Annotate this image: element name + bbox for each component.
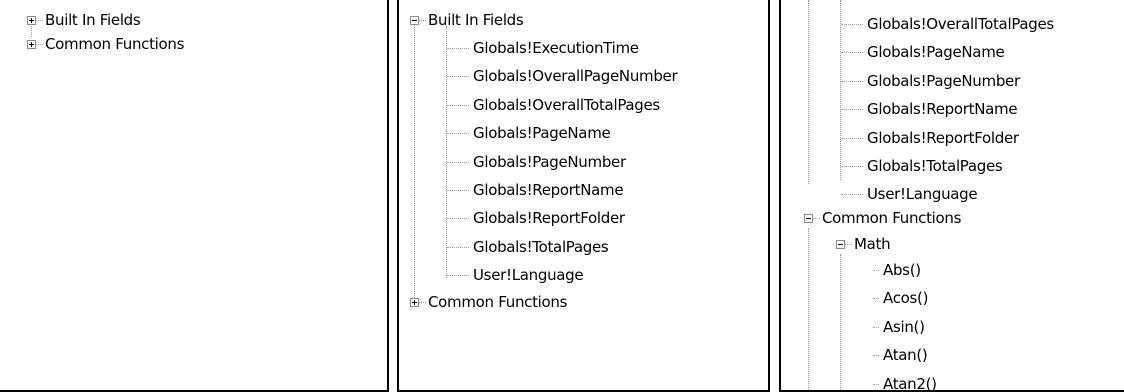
tree-node-label: Common Functions (45, 35, 185, 53)
tree-leaf-label: Atan() (883, 346, 928, 365)
tree-leaf-label: Globals!PageName (867, 43, 1005, 62)
tree-leaf-item[interactable]: Globals!PageName (447, 121, 611, 145)
tree-leaf-label: Atan2() (883, 374, 937, 392)
tree-leaf-item[interactable]: Abs() (869, 258, 921, 282)
tree-leaf-item[interactable]: Globals!OverallPageNumber (447, 64, 678, 88)
tree-connector (840, 254, 841, 390)
tree-leaf-item[interactable]: Globals!ReportFolder (447, 206, 625, 230)
tree-leaf-item[interactable]: Globals!ExecutionTime (447, 36, 639, 60)
tree-node-common-functions[interactable]: Common Functions (804, 206, 961, 230)
tree-leaf-label: Acos() (883, 289, 929, 308)
collapse-minus-icon[interactable] (804, 214, 813, 223)
collapse-minus-icon[interactable] (836, 240, 845, 249)
tree-leaf-item[interactable]: Atan() (869, 343, 928, 367)
tree-connector (840, 0, 841, 180)
tree-leaf-label: Globals!OverallPageNumber (473, 67, 678, 86)
tree-leaf-label: Globals!ReportName (867, 100, 1018, 119)
tree-leaf-label: Asin() (883, 317, 925, 336)
tree-leaf-label: Globals!TotalPages (867, 157, 1003, 175)
tree-leaf-label: Globals!OverallTotalPages (473, 95, 660, 114)
tree-leaf-label: Globals!ReportFolder (867, 128, 1019, 147)
tree-leaf-item[interactable]: Globals!ReportName (841, 97, 1018, 121)
tree-panel-common-functions-expanded: Globals!OverallTotalPages Globals!PageNam… (779, 0, 1124, 392)
tree-leaf-item[interactable]: Globals!TotalPages (447, 235, 609, 259)
tree-leaf-label: Globals!ExecutionTime (473, 39, 639, 57)
tree-connector (808, 228, 809, 390)
tree-node-common-functions[interactable]: Common Functions (27, 32, 184, 56)
expand-plus-icon[interactable] (410, 298, 419, 307)
tree-leaf-item[interactable]: Atan2() (869, 372, 937, 392)
tree-leaf-item[interactable]: Globals!OverallTotalPages (841, 12, 1054, 36)
tree-leaf-item[interactable]: Globals!ReportName (447, 178, 624, 202)
tree-leaf-label: Globals!TotalPages (473, 237, 609, 256)
tree-connector (414, 24, 415, 302)
tree-leaf-item[interactable]: Acos() (869, 286, 928, 310)
tree-node-label: Common Functions (428, 293, 568, 311)
tree-panel-collapsed: Built In Fields Common Functions (0, 0, 389, 392)
tree-node-built-in-fields[interactable]: Built In Fields (410, 8, 524, 32)
tree-node-label: Common Functions (822, 209, 962, 227)
tree-node-label: Built In Fields (45, 11, 141, 29)
tree-leaf-label: Globals!PageNumber (867, 71, 1020, 90)
expand-plus-icon[interactable] (27, 40, 36, 49)
tree-leaf-label: User!Language (867, 185, 978, 204)
tree-leaf-label: Globals!PageNumber (473, 152, 626, 171)
collapse-minus-icon[interactable] (410, 16, 419, 25)
tree-leaf-item[interactable]: User!Language (447, 263, 584, 287)
tree-leaf-label: Abs() (883, 261, 921, 279)
tree-leaf-item[interactable]: Asin() (869, 315, 925, 339)
tree-leaf-item[interactable]: Globals!PageNumber (841, 69, 1020, 93)
tree-connector (446, 26, 447, 278)
tree-node-common-functions[interactable]: Common Functions (410, 290, 567, 314)
tree-leaf-label: User!Language (473, 266, 584, 285)
tree-panel-built-in-expanded: Built In Fields Globals!ExecutionTime Glo… (397, 0, 770, 392)
tree-leaf-label: Globals!ReportName (473, 181, 624, 199)
tree-node-label: Built In Fields (428, 11, 524, 29)
tree-leaf-item[interactable]: Globals!OverallTotalPages (447, 93, 660, 117)
tree-node-label: Math (854, 235, 891, 253)
tree-leaf-item[interactable]: Globals!PageName (841, 40, 1005, 64)
tree-leaf-item[interactable]: Globals!TotalPages (841, 154, 1003, 178)
tree-node-built-in-fields[interactable]: Built In Fields (27, 8, 141, 32)
tree-leaf-label: Globals!PageName (473, 124, 611, 143)
tree-leaf-label: Globals!ReportFolder (473, 209, 625, 228)
tree-leaf-label: Globals!OverallTotalPages (867, 15, 1054, 33)
tree-leaf-item[interactable]: Globals!PageNumber (447, 150, 626, 174)
tree-connector (808, 0, 809, 184)
tree-node-math[interactable]: Math (836, 232, 891, 256)
tree-leaf-item[interactable]: User!Language (841, 182, 978, 206)
expand-plus-icon[interactable] (27, 16, 36, 25)
tree-leaf-item[interactable]: Globals!ReportFolder (841, 126, 1019, 150)
